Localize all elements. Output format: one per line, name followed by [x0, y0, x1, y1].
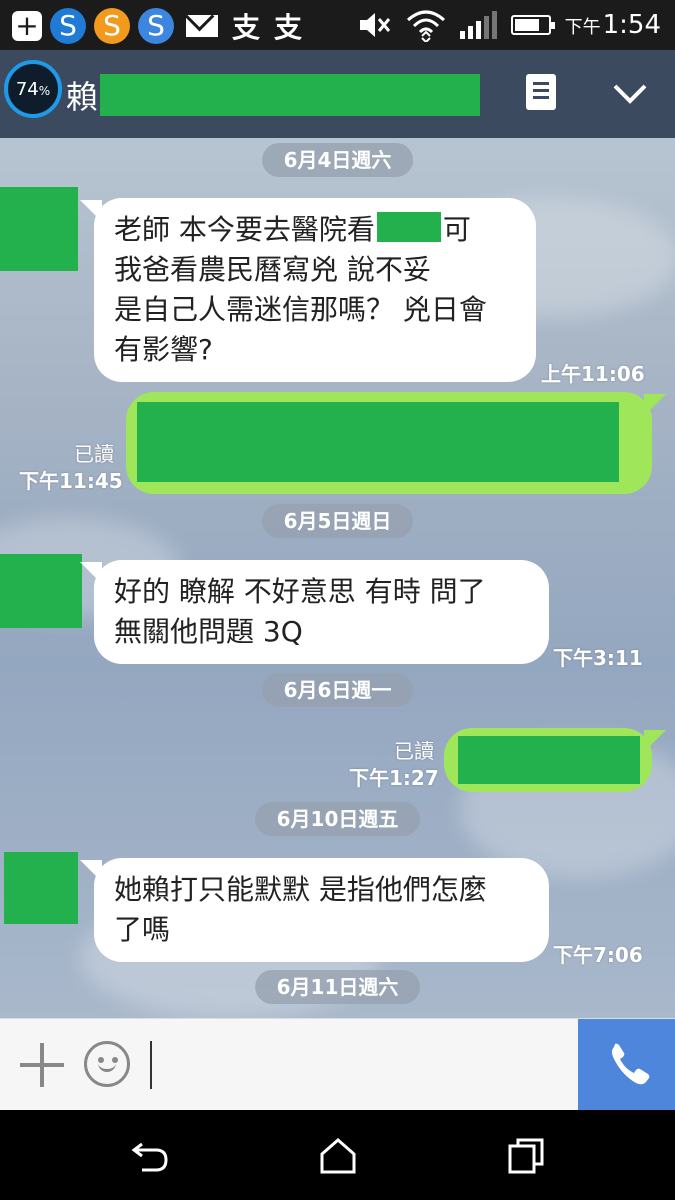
- chat-title[interactable]: 賴: [66, 72, 481, 118]
- message-text: 老師 本今要去醫院看可: [114, 212, 471, 246]
- avatar[interactable]: [0, 187, 78, 271]
- call-button[interactable]: [578, 1019, 675, 1111]
- incoming-message[interactable]: 老師 本今要去醫院看可 我爸看農民曆寫兇 說不妥 是自己人需迷信那嗎？ 兇日會 …: [80, 198, 536, 382]
- clock: 下午 1:54: [564, 10, 661, 40]
- date-divider: 6月11日週六: [254, 970, 421, 1004]
- recent-apps-icon[interactable]: [504, 1134, 548, 1178]
- message-text: 她賴打只能默默 是指他們怎麼: [114, 873, 487, 906]
- note-icon[interactable]: [526, 74, 556, 110]
- home-icon[interactable]: [316, 1134, 360, 1178]
- s-app-icon: S: [138, 8, 174, 44]
- message-text: 是自己人需迷信那嗎？ 兇日會: [114, 293, 487, 326]
- message-text: 了嗎: [114, 913, 171, 946]
- avatar[interactable]: [4, 852, 78, 924]
- chevron-down-icon[interactable]: [612, 76, 648, 112]
- message-time: 上午11:06: [541, 362, 645, 386]
- incoming-message[interactable]: 好的 瞭解 不好意思 有時 問了 無關他問題 3Q: [80, 560, 549, 664]
- mail-icon: [186, 15, 218, 37]
- mute-icon: [359, 13, 390, 37]
- battery-ring-widget[interactable]: 74%: [4, 60, 62, 118]
- avatar[interactable]: [0, 554, 82, 628]
- message-input-bar: [0, 1018, 675, 1111]
- text-caret: [150, 1041, 152, 1089]
- s-app-icon: S: [50, 8, 86, 44]
- plus-icon[interactable]: [20, 1043, 64, 1087]
- date-divider: 6月6日週一: [261, 673, 414, 707]
- status-bar: + S S S 支 支 下午 1:54: [0, 0, 675, 50]
- message-text: 無關他問題 3Q: [114, 615, 303, 648]
- date-divider: 6月10日週五: [254, 802, 421, 836]
- read-receipt: 已讀: [394, 739, 434, 763]
- message-time: 下午11:45: [19, 469, 123, 493]
- outgoing-message[interactable]: [444, 728, 666, 792]
- message-input[interactable]: [156, 1029, 566, 1101]
- message-text: 好的 瞭解 不好意思 有時 問了: [114, 575, 486, 608]
- emoji-icon[interactable]: [84, 1041, 130, 1087]
- system-nav-bar: [0, 1110, 675, 1200]
- signal-icon: [459, 11, 497, 39]
- wifi-icon: [406, 10, 445, 42]
- message-time: 下午7:06: [553, 943, 643, 967]
- message-time: 下午1:27: [349, 766, 439, 790]
- redacted-message: [458, 736, 640, 784]
- date-divider: 6月5日週日: [261, 504, 414, 538]
- s-app-icon: S: [94, 8, 130, 44]
- back-icon[interactable]: [128, 1134, 172, 1178]
- date-divider: 6月4日週六: [261, 143, 414, 177]
- redacted-message: [137, 402, 619, 482]
- message-text: 我爸看農民曆寫兇 說不妥: [114, 253, 431, 286]
- add-notification-icon: +: [12, 11, 42, 41]
- pay-app-icon: 支: [274, 11, 303, 44]
- chat-area[interactable]: 6月4日週六 老師 本今要去醫院看可 我爸看農民曆寫兇 說不妥 是自己人需迷信那…: [0, 138, 675, 1018]
- phone-icon: [612, 1043, 650, 1085]
- message-time: 下午3:11: [553, 646, 643, 670]
- outgoing-message[interactable]: [126, 392, 666, 494]
- incoming-message[interactable]: 她賴打只能默默 是指他們怎麼 了嗎: [80, 858, 549, 962]
- chat-header: 74% 賴: [0, 50, 675, 138]
- message-text: 有影響?: [114, 333, 213, 366]
- read-receipt: 已讀: [74, 442, 114, 466]
- battery-icon: [510, 15, 555, 35]
- pay-app-icon: 支: [232, 11, 261, 44]
- redacted-name: [100, 74, 481, 116]
- redacted-text: [376, 212, 441, 242]
